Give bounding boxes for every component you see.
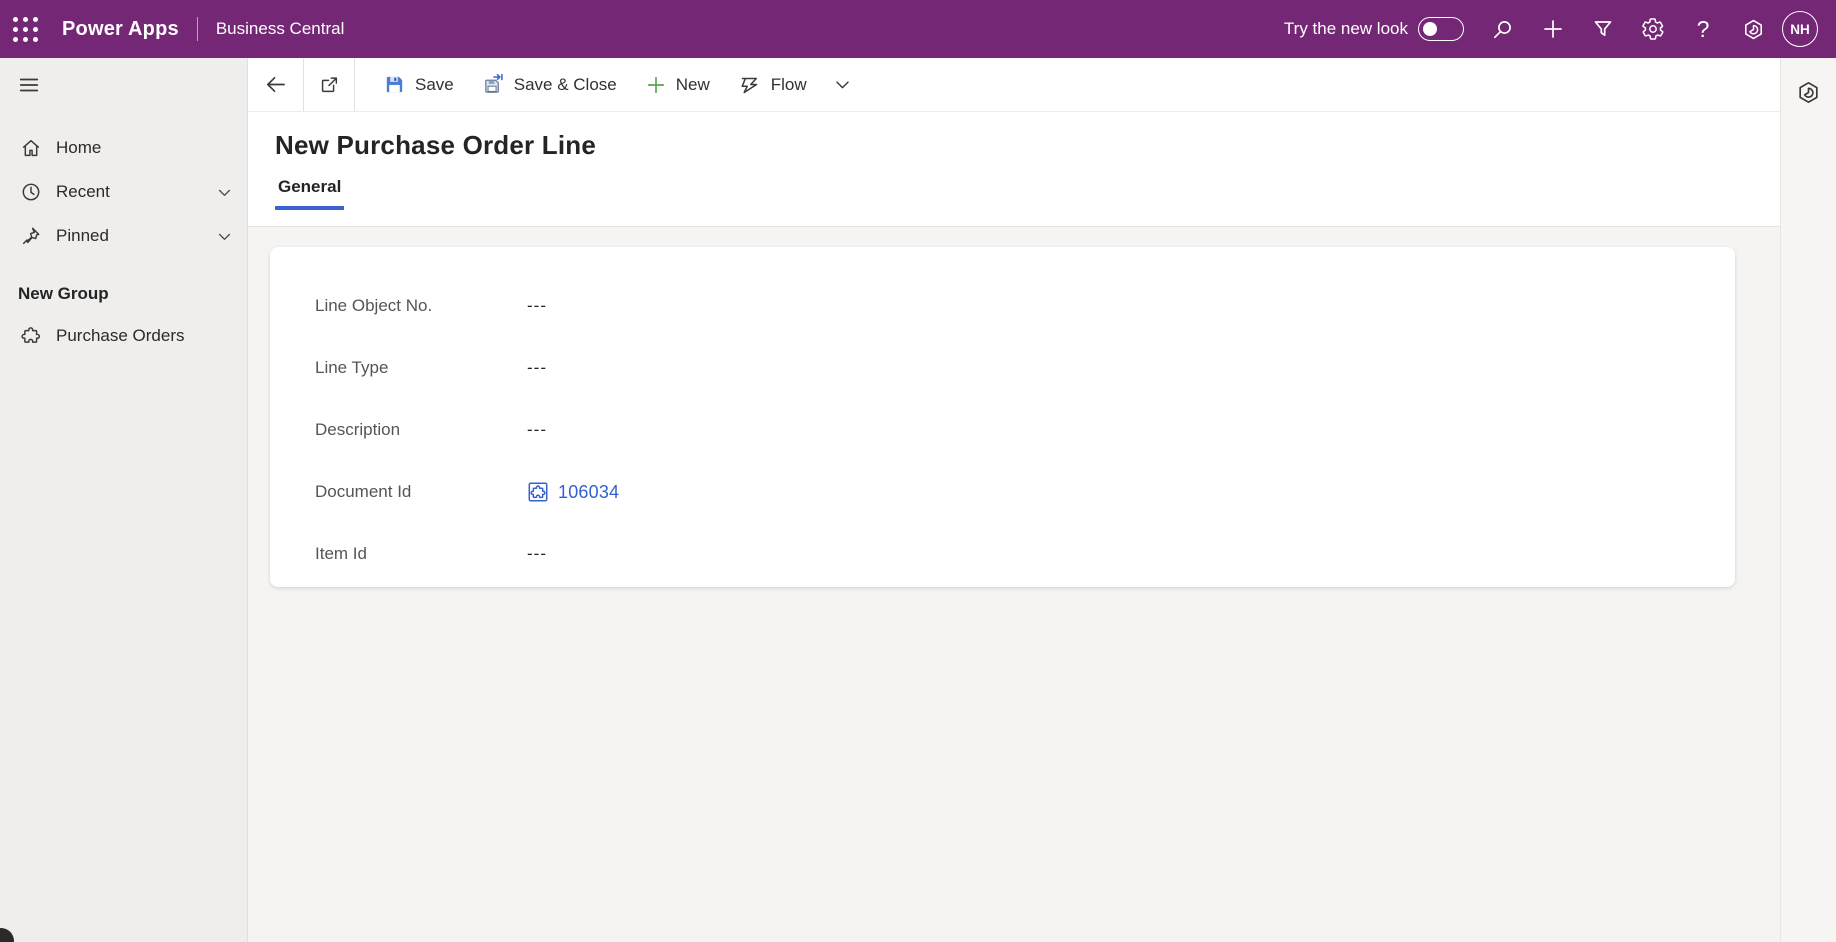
popout-button[interactable] bbox=[304, 58, 354, 111]
field-label: Line Type bbox=[315, 358, 389, 377]
sidebar-group-label: New Group bbox=[18, 284, 109, 303]
form-content: Line Object No. --- Line Type --- Descri… bbox=[248, 227, 1780, 942]
search-icon bbox=[1493, 21, 1511, 39]
filter-button[interactable] bbox=[1578, 0, 1628, 58]
main-area: Save Save & Close New Flow New Purchase … bbox=[248, 58, 1780, 942]
save-button[interactable]: Save bbox=[369, 58, 468, 111]
sidebar-item-home[interactable]: Home bbox=[0, 126, 247, 170]
new-label: New bbox=[675, 74, 710, 94]
sidebar-item-label: Recent bbox=[56, 182, 110, 201]
save-and-close-button[interactable]: Save & Close bbox=[468, 58, 631, 111]
clock-icon bbox=[22, 183, 40, 201]
field-label: Description bbox=[315, 420, 401, 439]
save-and-close-icon bbox=[485, 73, 503, 93]
account-avatar[interactable]: NH bbox=[1782, 11, 1818, 47]
field-value[interactable]: --- bbox=[527, 544, 547, 564]
app-name[interactable]: Power Apps bbox=[62, 18, 179, 41]
settings-button[interactable] bbox=[1628, 0, 1678, 58]
field-row-description: Description --- bbox=[315, 399, 1735, 461]
field-value[interactable]: --- bbox=[527, 358, 547, 378]
field-value[interactable]: --- bbox=[527, 420, 547, 440]
try-new-look-label: Try the new look bbox=[1283, 19, 1408, 38]
waffle-icon bbox=[12, 16, 38, 42]
add-button[interactable] bbox=[1528, 0, 1578, 58]
power-platform-button[interactable] bbox=[1728, 0, 1778, 58]
save-icon bbox=[386, 76, 403, 93]
hamburger-icon bbox=[19, 78, 39, 92]
back-arrow-icon bbox=[267, 76, 285, 93]
flow-label: Flow bbox=[770, 74, 807, 94]
new-button[interactable]: New bbox=[631, 58, 724, 111]
gear-icon bbox=[1642, 18, 1664, 40]
new-look-toggle[interactable] bbox=[1418, 17, 1464, 41]
sidebar-item-purchase-orders[interactable]: Purchase Orders bbox=[0, 314, 247, 358]
sidebar-item-pinned[interactable]: Pinned bbox=[0, 214, 247, 258]
new-plus-icon bbox=[647, 76, 664, 93]
document-id-link[interactable]: 106034 bbox=[558, 482, 619, 503]
chevron-down-icon bbox=[835, 81, 849, 89]
question-mark-icon: ? bbox=[1696, 15, 1710, 42]
field-label: Document Id bbox=[315, 482, 412, 501]
chevron-down-icon[interactable] bbox=[216, 184, 233, 201]
power-platform-icon bbox=[1744, 19, 1762, 39]
field-label: Line Object No. bbox=[315, 296, 433, 315]
sidebar-item-recent[interactable]: Recent bbox=[0, 170, 247, 214]
flow-button[interactable]: Flow bbox=[724, 58, 821, 111]
field-row-document-id: Document Id 106034 bbox=[315, 461, 1735, 523]
chevron-down-icon[interactable] bbox=[216, 228, 233, 245]
save-and-close-label: Save & Close bbox=[513, 74, 617, 94]
tab-general[interactable]: General bbox=[275, 177, 345, 210]
field-value[interactable]: --- bbox=[527, 296, 547, 316]
open-in-new-window-icon bbox=[321, 76, 338, 92]
help-button[interactable]: ? bbox=[1678, 0, 1728, 58]
avatar-initials: NH bbox=[1790, 21, 1810, 37]
command-bar: Save Save & Close New Flow bbox=[248, 58, 1780, 112]
sidebar-item-label: Pinned bbox=[56, 226, 109, 245]
save-label: Save bbox=[415, 74, 454, 94]
header-divider bbox=[196, 17, 198, 41]
general-section-card: Line Object No. --- Line Type --- Descri… bbox=[270, 247, 1735, 587]
document-id-lookup[interactable]: 106034 bbox=[527, 481, 619, 503]
power-platform-icon bbox=[1799, 81, 1818, 103]
try-new-look-control: Try the new look bbox=[1284, 17, 1464, 41]
record-puzzle-icon bbox=[528, 482, 548, 502]
puzzle-icon bbox=[21, 327, 41, 343]
environment-name[interactable]: Business Central bbox=[216, 19, 345, 39]
filter-icon bbox=[1594, 21, 1612, 37]
field-label: Item Id bbox=[315, 544, 367, 563]
toggle-knob bbox=[1423, 21, 1437, 36]
sidebar-item-label: Home bbox=[56, 138, 102, 157]
home-icon bbox=[22, 139, 40, 157]
page-title: New Purchase Order Line bbox=[275, 130, 597, 160]
back-button[interactable] bbox=[248, 58, 303, 111]
pin-icon bbox=[22, 227, 40, 245]
more-commands-button[interactable] bbox=[821, 75, 864, 94]
plus-icon bbox=[1544, 20, 1562, 38]
power-platform-panel-button[interactable] bbox=[1789, 72, 1829, 112]
field-row-item-id: Item Id --- bbox=[315, 523, 1735, 585]
sidebar-collapse-button[interactable] bbox=[0, 58, 56, 112]
right-rail bbox=[1780, 58, 1836, 942]
sidebar: Home Recent Pinned New Group Purchase Or… bbox=[0, 58, 248, 942]
search-button[interactable] bbox=[1478, 0, 1528, 58]
field-row-line-type: Line Type --- bbox=[315, 337, 1735, 399]
sidebar-item-label: Purchase Orders bbox=[56, 326, 185, 345]
app-header: Power Apps Business Central Try the new … bbox=[0, 0, 1836, 58]
field-row-line-object-no: Line Object No. --- bbox=[315, 275, 1735, 337]
app-launcher-button[interactable] bbox=[0, 0, 50, 58]
flow-icon bbox=[741, 77, 758, 93]
page-header: New Purchase Order Line General bbox=[248, 112, 1780, 227]
